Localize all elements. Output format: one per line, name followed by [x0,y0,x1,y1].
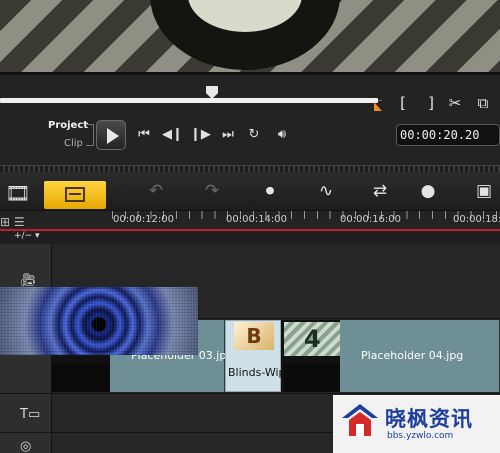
preview-window [0,0,500,75]
mark-in-button[interactable]: [ [392,94,414,112]
enlarge-preview-icon[interactable]: ⧉ [472,94,494,112]
motion-tracking-icon[interactable]: ● [414,178,442,204]
auto-music-icon[interactable]: ⇄ [366,178,394,204]
record-capture-icon[interactable]: ⏺ [256,178,284,204]
watermark-logo-icon [342,404,378,436]
voice-track-icon[interactable]: ◎ [20,438,48,453]
subtitle-editor-icon[interactable]: ▣ [470,178,498,204]
add-remove-tracks-button[interactable]: +/− ▾ [14,231,40,241]
next-frame-icon[interactable]: ❙▶ [190,126,211,144]
site-watermark: 晓枫资讯 bbs.yzwlo.com [333,395,500,453]
ruler-time-label: 00:00:16:00 [340,214,402,225]
volume-icon[interactable]: 🔊︎ [272,126,292,144]
repeat-icon[interactable]: ↻ [244,126,264,144]
storyboard-view-icon[interactable]: 🎞︎ [0,180,36,206]
timecode-display[interactable]: 00:00:20.20 [396,124,500,146]
redo-icon[interactable]: ↷ [198,178,226,204]
split-clip-icon[interactable]: ✂ [444,94,466,112]
mode-project-label[interactable]: Project [48,120,88,131]
previous-frame-icon[interactable]: ◀❙ [162,126,183,144]
play-button[interactable] [96,120,126,150]
go-to-start-icon[interactable]: ⏮ [134,126,154,144]
ruler-time-label: 00:00:14:00 [226,214,288,225]
scrubber-bar[interactable] [0,98,378,103]
transition-thumbnail: B [234,322,274,350]
clip-label: Blinds-Wip [228,366,286,379]
timeline-view-button[interactable] [44,181,106,209]
clip-label: Placeholder 04.jpg [361,349,464,362]
clip-thumbnail[interactable]: 4 [284,322,340,356]
ruler-time-label: 00:00:12:00 [113,214,175,225]
play-icon [107,128,119,144]
undo-icon[interactable]: ↶ [142,178,170,204]
mark-out-button[interactable]: ] [420,94,442,112]
watermark-title: 晓枫资讯 [385,407,473,431]
preview-frame-graphic [150,0,340,70]
mode-clip-label[interactable]: Clip [64,138,83,149]
go-to-end-icon[interactable]: ⏭ [218,126,238,144]
track-manager-icon[interactable]: ⊞ ☰ [0,215,36,229]
watermark-url: bbs.yzwlo.com [387,431,454,441]
title-track-icon[interactable]: T▭ [20,406,48,424]
project-duration-line [0,229,500,231]
sound-mixer-icon[interactable]: ∿ [312,178,340,204]
dragged-media-thumbnail[interactable] [0,287,198,355]
ruler-time-label: 00:00:18:0 [453,214,500,225]
timeline-view-icon [65,187,85,202]
panel-splitter[interactable] [0,165,500,172]
